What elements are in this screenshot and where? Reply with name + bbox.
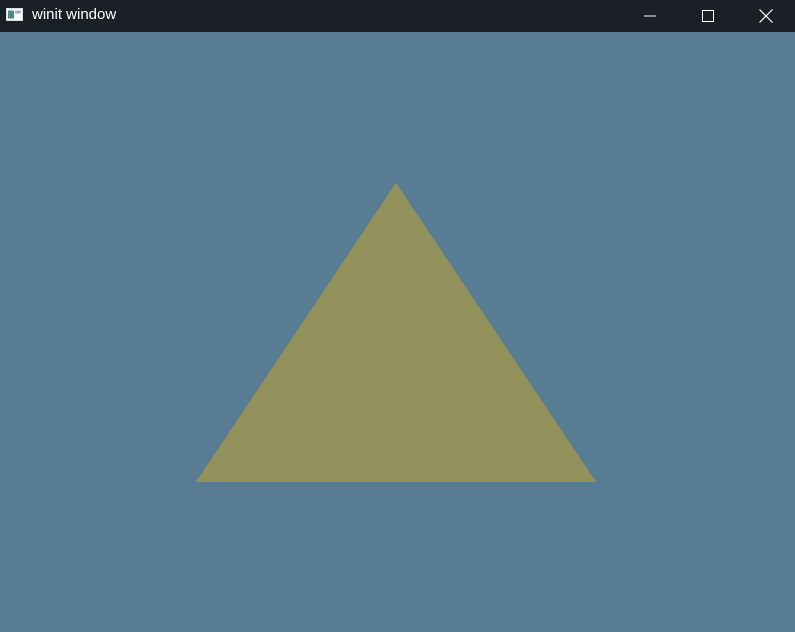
window-title: winit window (32, 6, 117, 23)
render-canvas (196, 183, 596, 482)
maximize-button[interactable] (679, 0, 737, 32)
minimize-icon (644, 10, 656, 22)
app-window: winit window (0, 0, 795, 632)
close-button[interactable] (737, 0, 795, 32)
close-icon (759, 9, 773, 23)
triangle (196, 183, 596, 482)
title-bar[interactable]: winit window (0, 0, 795, 32)
minimize-button[interactable] (621, 0, 679, 32)
maximize-icon (702, 10, 714, 22)
render-surface[interactable] (0, 32, 795, 632)
window-controls (621, 0, 795, 32)
app-icon (6, 8, 23, 21)
